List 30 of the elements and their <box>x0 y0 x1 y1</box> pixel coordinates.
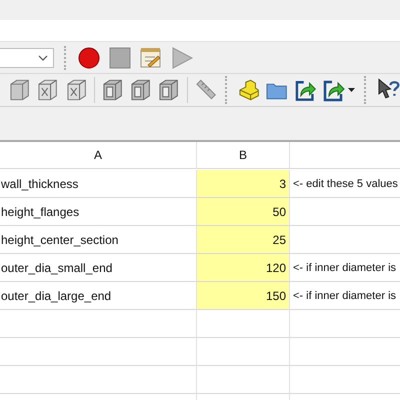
wireframe-cube-icon[interactable] <box>130 78 152 102</box>
notepad-pencil-icon[interactable] <box>140 46 162 68</box>
wireframe-cube-icon[interactable] <box>102 78 124 102</box>
table-cell: height_flanges <box>1 204 80 218</box>
table-cell: 150 <box>197 282 290 310</box>
column-header[interactable]: B <box>197 142 290 169</box>
chevron-down-icon <box>38 54 48 60</box>
stop-icon[interactable] <box>109 46 131 68</box>
table-cell: outer_dia_small_end <box>1 260 112 274</box>
record-icon[interactable] <box>78 46 100 68</box>
table-cell: <- if inner diameter is <box>293 290 396 302</box>
table-cell: height_center_section <box>1 232 118 246</box>
table-cell: wall_thickness <box>1 176 78 190</box>
cube-icon[interactable] <box>9 78 30 102</box>
table-cell: 50 <box>197 198 290 226</box>
ruler-icon[interactable] <box>194 78 216 102</box>
column-header[interactable]: A <box>0 142 197 169</box>
table-cell: outer_dia_large_end <box>1 288 112 302</box>
table-cell: 3 <box>197 170 290 198</box>
table-cell: 25 <box>197 226 290 254</box>
wireframe-cube-icon[interactable] <box>158 78 180 102</box>
part-icon[interactable] <box>238 78 260 102</box>
table-cell: 120 <box>197 254 290 282</box>
cube-view-icon[interactable] <box>37 78 59 102</box>
caret-icon[interactable] <box>348 88 355 92</box>
table-cell: <- edit these 5 values <box>293 178 398 190</box>
table-cell: <- if inner diameter is <box>293 262 396 274</box>
export-arrow-icon[interactable] <box>294 78 316 102</box>
export-menu-button[interactable] <box>322 78 355 102</box>
cube-view-icon[interactable] <box>66 78 87 102</box>
